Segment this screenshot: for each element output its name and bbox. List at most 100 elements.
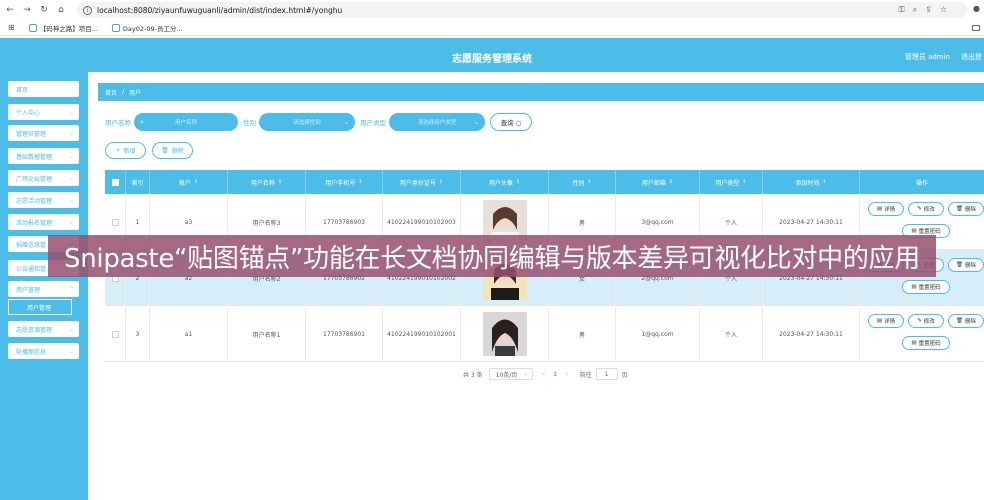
bookmark-icon [28,23,37,32]
bookmark-1[interactable]: 【码神之路】项目... [28,23,98,33]
sidebar-item-users[interactable]: 用户管理 ⌃ [8,281,79,297]
sidebar-item-admin[interactable]: 管理员管理 ⌄ [8,125,79,141]
sort-icon[interactable]: ⇕ [194,179,198,185]
avatar[interactable] [482,312,527,356]
sidebar-item-profile[interactable]: 个人中心 ⌄ [8,104,79,120]
col-actions: 操作 [860,170,984,194]
col-phone[interactable]: 用户手机号 ⇕ [306,170,383,194]
name-search-input[interactable]: ⌕ 用户名称 [134,113,238,131]
back-icon[interactable]: ← [3,3,17,17]
sidebar-item-resource[interactable]: 志愿资源管理 ⌄ [8,321,79,337]
add-button[interactable]: + 新增 [105,142,146,159]
delete-label: 删除 [964,319,976,325]
sort-icon[interactable]: ⇕ [358,179,362,185]
bookmark-2[interactable]: Day02-09-员工分... [111,23,183,33]
search-form: 用户名称 ⌕ 用户名称 性别 请选择性别 ⌄ 用户类型 请选择用户类型 ⌄ 查询 ○ [105,113,532,131]
logout-link[interactable]: 退出登 [961,52,982,62]
address-bar[interactable]: i localhost:8080/ziyaunfuwuguanli/admin/… [77,2,967,18]
reset-password-button[interactable]: ▤ 重置密码 [902,336,950,350]
delete-button[interactable]: 🗑 删除 [152,142,193,159]
chevron-down-icon: ⌄ [473,118,479,126]
sort-icon[interactable]: ⇕ [587,179,591,185]
edit-button[interactable]: ✎修改 [908,314,944,328]
page-unit-label: 页 [621,371,628,379]
reload-icon[interactable]: ↻ [37,3,51,17]
query-button[interactable]: 查询 ○ [490,113,532,131]
share-icon[interactable]: ⇪ [925,5,932,15]
row-delete-button[interactable]: 🗑 删除 [948,314,984,328]
sidebar-item-signup[interactable]: 活动报名管理 ⌄ [8,214,79,230]
sidebar-subitem-user-manage[interactable]: 用户管理 [8,299,72,315]
doc-icon: ▤ [911,340,917,346]
col-name[interactable]: 用户名称 ⇕ [228,170,306,194]
sort-icon[interactable]: ⇕ [439,179,443,185]
sort-icon[interactable]: ⇕ [669,179,673,185]
goto-page-input[interactable]: 1 [595,368,618,380]
col-avatar[interactable]: 用户头像 ⇕ [461,170,549,194]
reset-password-button[interactable]: ▤ 重置密码 [902,280,950,294]
folder-icon [972,24,980,31]
cell-index: 3 [126,306,150,362]
col-time[interactable]: 添加时间 ⇕ [763,170,860,194]
col-email[interactable]: 用户邮箱 ⇕ [616,170,700,194]
key-icon[interactable]: ⚿ [899,5,905,15]
detail-button[interactable]: ▤详情 [868,202,904,216]
row-checkbox-cell[interactable] [105,306,126,362]
column-header: 性别 [572,179,585,187]
sort-icon[interactable]: ⇕ [516,179,520,185]
site-info-icon[interactable]: i [83,5,92,15]
sidebar-item-label: 基础数据管理 [16,153,53,161]
cell-idcard: 410224199010102001 [383,306,461,362]
bookmark-label: Day02-09-员工分... [122,24,183,33]
type-select[interactable]: 请选择用户类型 ⌄ [389,113,485,131]
doc-icon: ▤ [911,228,917,234]
col-index: 索引 [126,170,150,194]
col-idcard[interactable]: 用户身份证号 ⇕ [383,170,461,194]
row-delete-button[interactable]: 🗑 删除 [948,202,984,216]
gender-placeholder: 请选择性别 [293,120,321,126]
breadcrumb-separator: / [122,88,125,96]
sidebar-item-carousel[interactable]: 轮播图信息 ⌄ [8,343,79,359]
page-size-select[interactable]: 10条/页 ⌄ [488,368,533,380]
sidebar-item-basedata[interactable]: 基础数据管理 ⌄ [8,148,79,164]
row-checkbox[interactable] [111,218,119,226]
all-bookmarks-folder[interactable] [972,24,980,31]
forward-icon[interactable]: → [20,3,34,17]
sort-icon[interactable]: ⇕ [822,179,826,185]
gender-select[interactable]: 请选择性别 ⌄ [259,113,355,131]
current-page[interactable]: 1 [553,371,557,378]
profile-icon[interactable]: ● [973,4,980,13]
detail-button[interactable]: ▤详情 [868,314,904,328]
col-type[interactable]: 用户类型 ⇕ [700,170,763,194]
prev-page-icon[interactable]: ‹ [543,371,545,378]
apps-grid-icon[interactable]: ⊞ [8,23,15,32]
col-account[interactable]: 账户 ⇕ [150,170,228,194]
select-all-checkbox[interactable] [111,178,119,186]
chevron-down-icon: ⌄ [68,108,74,116]
gender-label: 性别 [243,119,256,127]
column-header: 用户类型 [715,179,740,187]
star-icon[interactable]: ☆ [940,5,947,15]
sidebar-item-activity[interactable]: 志愿活动管理 ⌄ [8,192,79,208]
edit-button[interactable]: ✎修改 [908,202,944,216]
bookmarks-bar: ⊞ 【码神之路】项目... Day02-09-员工分... [0,20,984,36]
col-gender[interactable]: 性别 ⇕ [549,170,616,194]
sidebar-item-forum[interactable]: 广场论坛管理 ⌄ [8,170,79,186]
breadcrumb-home[interactable]: 首页 [105,88,117,97]
sort-icon[interactable]: ⇕ [742,179,746,185]
sidebar-item-label: 管理员管理 [16,130,47,138]
sort-icon[interactable]: ⇕ [278,179,282,185]
row-delete-button[interactable]: 🗑 删除 [948,258,984,272]
table-header: 索引 账户 ⇕ 用户名称 ⇕ 用户手机号 ⇕ 用户身份证号 ⇕ 用户头像 ⇕ 性别 ⇕ 用户… [105,170,984,194]
sidebar-item-home[interactable]: 首页 [8,81,79,97]
row-checkbox[interactable] [111,330,119,338]
header-checkbox-cell[interactable] [105,170,126,194]
breadcrumb-current: 用户 [129,89,142,97]
breadcrumb: 首页 / 用户 [98,83,984,101]
home-icon[interactable]: ⌂ [54,3,68,17]
cell-name: 用户名称1 [228,306,306,362]
next-page-icon[interactable]: › [565,371,567,378]
sidebar-item-label: 志愿资源管理 [16,326,53,334]
zoom-icon[interactable]: ⌕ [913,5,917,15]
trash-icon: 🗑 [956,318,963,324]
